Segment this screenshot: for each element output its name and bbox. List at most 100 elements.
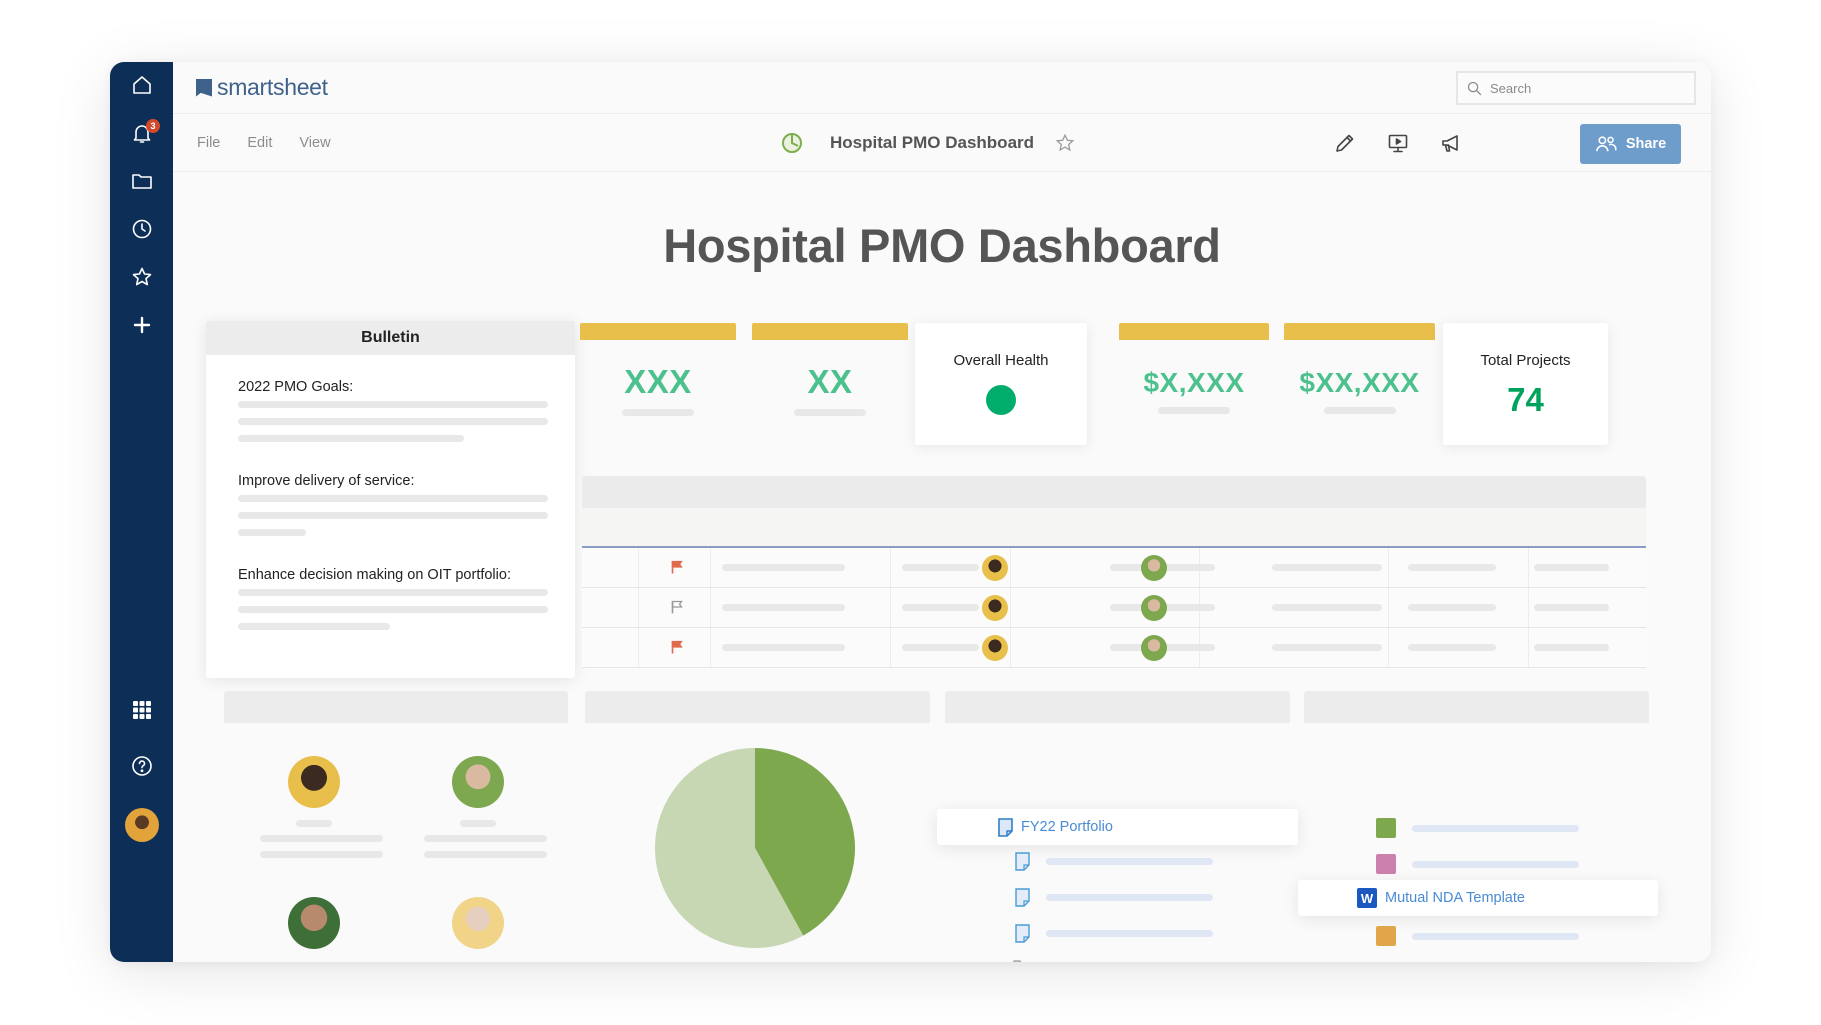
metric-tile[interactable]: XX [752, 323, 908, 445]
text-placeholder [238, 529, 307, 536]
sheet-icon [1015, 924, 1030, 943]
total-projects-label: Total Projects [1480, 352, 1571, 369]
cell-placeholder [1272, 644, 1382, 651]
metric-caption-placeholder [622, 409, 694, 416]
nav-favorites[interactable] [110, 257, 173, 297]
legend-placeholder [1412, 932, 1579, 940]
present-icon[interactable] [1386, 131, 1410, 155]
legend-item [1376, 926, 1579, 946]
bulletin-section: Enhance decision making on OIT portfolio… [238, 567, 548, 640]
link-list-item[interactable] [1015, 924, 1213, 943]
nav-home[interactable] [110, 65, 173, 105]
nav-help[interactable] [110, 746, 173, 786]
search-box[interactable] [1456, 71, 1696, 105]
notification-badge: 3 [146, 119, 160, 133]
link-list-item[interactable] [1015, 888, 1213, 907]
team-member-avatar[interactable] [288, 897, 340, 949]
links-panel-header [945, 691, 1290, 723]
column-divider [1528, 588, 1529, 627]
portfolio-link[interactable]: FY22 Portfolio [1021, 819, 1113, 835]
document-title: Hospital PMO Dashboard [830, 133, 1035, 152]
assignee-avatar[interactable] [1141, 595, 1167, 621]
cell-placeholder [1408, 644, 1496, 651]
user-avatar [124, 808, 159, 842]
megaphone-icon[interactable] [1439, 131, 1463, 155]
word-document-icon: W [1357, 888, 1377, 908]
nav-browse[interactable] [110, 161, 173, 201]
text-placeholder [238, 435, 465, 442]
text-placeholder [238, 401, 548, 408]
cell-placeholder [722, 644, 845, 651]
column-divider [1010, 588, 1011, 627]
cell-placeholder [1272, 564, 1382, 571]
link-placeholder [1046, 858, 1213, 865]
nda-template-link[interactable]: Mutual NDA Template [1385, 890, 1525, 906]
nav-recents[interactable] [110, 209, 173, 249]
team-member-avatar[interactable] [452, 756, 504, 808]
smartsheet-logo[interactable]: smartsheet [196, 74, 328, 101]
logo-text: smartsheet [217, 74, 328, 100]
link-placeholder [1046, 894, 1213, 901]
nav-account[interactable] [110, 800, 173, 850]
overall-health-label: Overall Health [953, 352, 1049, 369]
team-member-avatar[interactable] [288, 756, 340, 808]
assignee-avatar[interactable] [1141, 635, 1167, 661]
grid-row[interactable] [582, 628, 1646, 668]
nav-create[interactable] [110, 305, 173, 345]
total-projects-card[interactable]: Total Projects 74 [1443, 323, 1608, 445]
search-icon [1467, 81, 1482, 95]
clock-icon [132, 219, 151, 239]
top-bar: smartsheet [173, 62, 1711, 114]
grid-title-placeholder [582, 476, 1646, 508]
pencil-icon[interactable] [1333, 131, 1357, 155]
link-list-item[interactable] [1013, 960, 1214, 962]
team-member-avatar[interactable] [452, 897, 504, 949]
nda-link-card[interactable]: W Mutual NDA Template [1298, 880, 1658, 916]
search-input[interactable] [1490, 80, 1680, 96]
bulletin-widget[interactable]: Bulletin 2022 PMO Goals: Improve deliver… [206, 321, 575, 678]
share-label: Share [1625, 136, 1667, 152]
grid-row[interactable] [582, 548, 1646, 588]
text-placeholder [238, 623, 390, 630]
assignee-avatar[interactable] [982, 635, 1008, 661]
grid-column-header [582, 508, 1646, 548]
portfolio-link-card[interactable]: FY22 Portfolio [937, 809, 1298, 845]
flag-on-icon[interactable] [671, 560, 683, 574]
nav-notifications[interactable]: 3 [110, 113, 173, 153]
bulletin-section-label: 2022 PMO Goals: [238, 379, 354, 395]
overall-health-card[interactable]: Overall Health [915, 323, 1087, 445]
pie-chart [654, 748, 855, 948]
menu-file[interactable]: File [197, 135, 220, 151]
link-list-item[interactable] [1015, 852, 1213, 871]
favorite-star-icon[interactable] [1054, 132, 1076, 154]
text-placeholder [238, 495, 548, 502]
assignee-avatar[interactable] [982, 595, 1008, 621]
menu-edit[interactable]: Edit [247, 135, 272, 151]
flag-on-icon[interactable] [671, 640, 683, 654]
cell-placeholder [1272, 604, 1382, 611]
column-divider [1388, 628, 1389, 667]
share-button[interactable]: Share [1580, 124, 1681, 164]
app-window: 3 smartsheet Search File Edit View Hospi… [110, 62, 1711, 962]
nav-launcher[interactable] [110, 690, 173, 730]
team-panel-header [224, 691, 568, 723]
bulletin-section-label: Improve delivery of service: [238, 473, 415, 489]
bulletin-section: Improve delivery of service: [238, 473, 548, 546]
menu-bar: File Edit View [197, 114, 331, 172]
left-sidebar: 3 [110, 62, 173, 962]
cell-placeholder [902, 604, 979, 611]
menu-view[interactable]: View [299, 135, 330, 151]
assignee-avatar[interactable] [1141, 555, 1167, 581]
grid-row[interactable] [582, 588, 1646, 628]
metric-value: $X,XXX [1143, 367, 1245, 398]
metric-tile[interactable]: $XX,XXX [1284, 323, 1435, 445]
folder-icon [1013, 960, 1022, 962]
cell-placeholder [1408, 564, 1496, 571]
text-placeholder [238, 418, 548, 425]
flag-off-icon[interactable] [671, 600, 683, 614]
assignee-avatar[interactable] [982, 555, 1008, 581]
metric-tile[interactable]: XXX [580, 323, 736, 445]
total-projects-value: 74 [1507, 381, 1544, 418]
metric-tile[interactable]: $X,XXX [1119, 323, 1269, 445]
column-divider [638, 588, 639, 627]
